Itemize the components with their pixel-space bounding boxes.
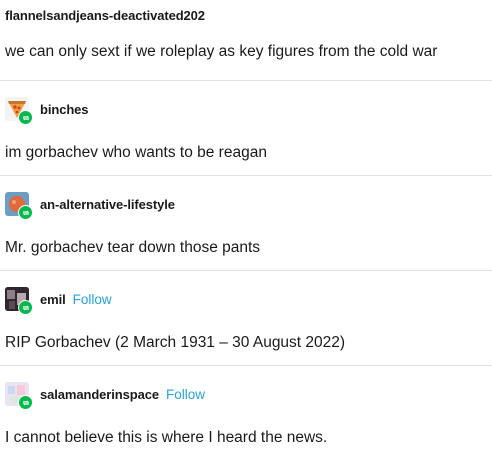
- follow-button[interactable]: Follow: [73, 292, 112, 307]
- post-text: Mr. gorbachev tear down those pants: [5, 239, 261, 256]
- post-header: emil Follow: [5, 287, 112, 315]
- username-link[interactable]: flannelsandjeans-deactivated202: [5, 8, 205, 23]
- avatar[interactable]: [5, 382, 33, 410]
- follow-button[interactable]: Follow: [166, 387, 205, 402]
- post-header: binches: [5, 97, 89, 125]
- post-header: an-alternative-lifestyle: [5, 192, 175, 220]
- post-text: RIP Gorbachev (2 March 1931 – 30 August …: [5, 334, 346, 351]
- reblog-post: salamanderinspace Follow I cannot believ…: [0, 366, 492, 456]
- username-link[interactable]: binches: [40, 102, 89, 117]
- username-link[interactable]: an-alternative-lifestyle: [40, 197, 175, 212]
- reblog-icon: [18, 395, 33, 410]
- username-link[interactable]: salamanderinspace: [40, 387, 159, 402]
- avatar[interactable]: [5, 287, 33, 315]
- reblog-icon: [18, 110, 33, 125]
- reblog-post: binches im gorbachev who wants to be rea…: [0, 81, 492, 176]
- avatar[interactable]: [5, 97, 33, 125]
- post-text: im gorbachev who wants to be reagan: [5, 144, 267, 161]
- post-header: salamanderinspace Follow: [5, 382, 205, 410]
- post-original: flannelsandjeans-deactivated202 we can o…: [0, 0, 492, 81]
- reblog-icon: [18, 205, 33, 220]
- avatar[interactable]: [5, 192, 33, 220]
- reblog-icon: [18, 300, 33, 315]
- username-link[interactable]: emil: [40, 292, 66, 307]
- post-text: I cannot believe this is where I heard t…: [5, 429, 328, 446]
- post-text: we can only sext if we roleplay as key f…: [5, 43, 438, 60]
- post-header: flannelsandjeans-deactivated202: [5, 8, 205, 23]
- reblog-post: emil Follow RIP Gorbachev (2 March 1931 …: [0, 271, 492, 366]
- reblog-post: an-alternative-lifestyle Mr. gorbachev t…: [0, 176, 492, 271]
- reblog-thread: flannelsandjeans-deactivated202 we can o…: [0, 0, 492, 456]
